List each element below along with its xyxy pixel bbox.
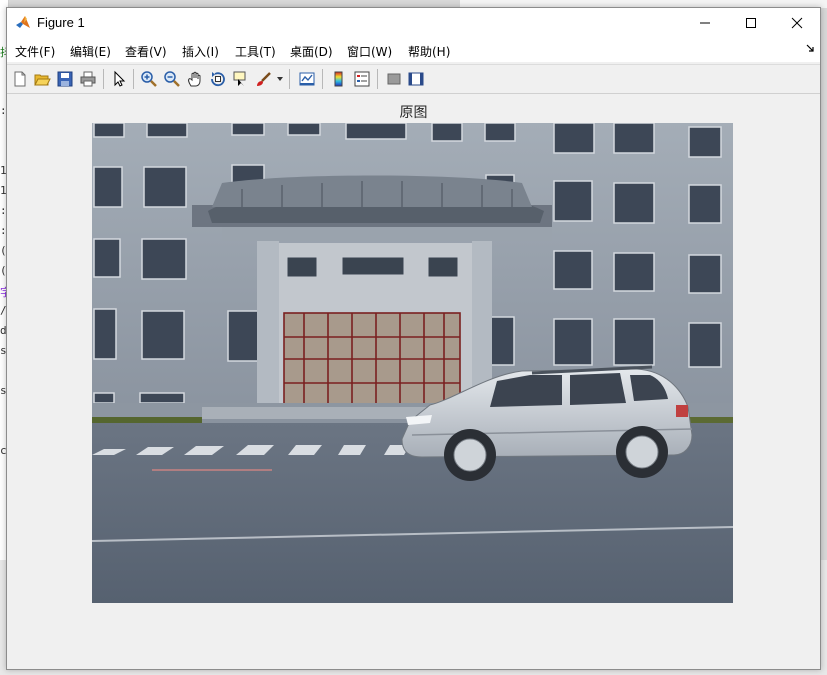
open-file-icon[interactable] — [33, 70, 51, 88]
close-button[interactable] — [774, 8, 820, 38]
toolbar-separator — [289, 69, 290, 89]
save-icon[interactable] — [56, 70, 74, 88]
window-title: Figure 1 — [37, 15, 85, 30]
toolbar-separator — [133, 69, 134, 89]
toolbar-separator — [322, 69, 323, 89]
menu-view[interactable]: 查看(V) — [125, 43, 167, 60]
legend-icon[interactable] — [353, 70, 371, 88]
data-cursor-icon[interactable] — [232, 70, 250, 88]
minimize-icon — [700, 22, 710, 24]
title-bar[interactable]: Figure 1 — [7, 8, 820, 38]
menu-insert[interactable]: 插入(I) — [182, 43, 219, 60]
axes-title: 原图 — [399, 105, 428, 121]
new-figure-icon[interactable] — [11, 70, 29, 88]
show-plot-tools-icon[interactable] — [407, 70, 425, 88]
maximize-icon — [746, 18, 756, 28]
edit-plot-arrow-icon[interactable] — [110, 70, 128, 88]
menu-file[interactable]: 文件(F) — [15, 43, 55, 60]
toolbar-separator — [103, 69, 104, 89]
print-icon[interactable] — [79, 70, 97, 88]
dock-arrow-icon[interactable] — [806, 44, 814, 52]
hide-plot-tools-icon[interactable] — [385, 70, 403, 88]
figure-image[interactable] — [92, 123, 733, 603]
colorbar-icon[interactable] — [330, 70, 348, 88]
zoom-out-icon[interactable] — [163, 70, 181, 88]
brush-dropdown-icon[interactable] — [277, 77, 283, 82]
zoom-in-icon[interactable] — [140, 70, 158, 88]
building-car-photo — [92, 123, 733, 603]
rotate-3d-icon[interactable] — [209, 70, 227, 88]
minimize-button[interactable] — [682, 8, 728, 38]
menu-bar: 文件(F) 编辑(E) 查看(V) 插入(I) 工具(T) 桌面(D) 窗口(W… — [7, 38, 820, 62]
brush-icon[interactable] — [255, 70, 273, 88]
close-icon — [791, 17, 803, 29]
link-plot-icon[interactable] — [298, 70, 316, 88]
menu-desktop[interactable]: 桌面(D) — [290, 43, 333, 60]
menu-tools[interactable]: 工具(T) — [235, 43, 276, 60]
toolbar-separator — [377, 69, 378, 89]
pan-hand-icon[interactable] — [186, 70, 204, 88]
menu-edit[interactable]: 编辑(E) — [70, 43, 111, 60]
matlab-logo-icon — [16, 16, 30, 28]
figure-toolbar — [7, 64, 820, 94]
menu-window[interactable]: 窗口(W) — [347, 43, 392, 60]
menu-help[interactable]: 帮助(H) — [408, 43, 450, 60]
maximize-button[interactable] — [728, 8, 774, 38]
figure-window: Figure 1 文件(F) 编辑(E) 查看(V) 插入(I) 工具(T) 桌… — [6, 7, 821, 670]
